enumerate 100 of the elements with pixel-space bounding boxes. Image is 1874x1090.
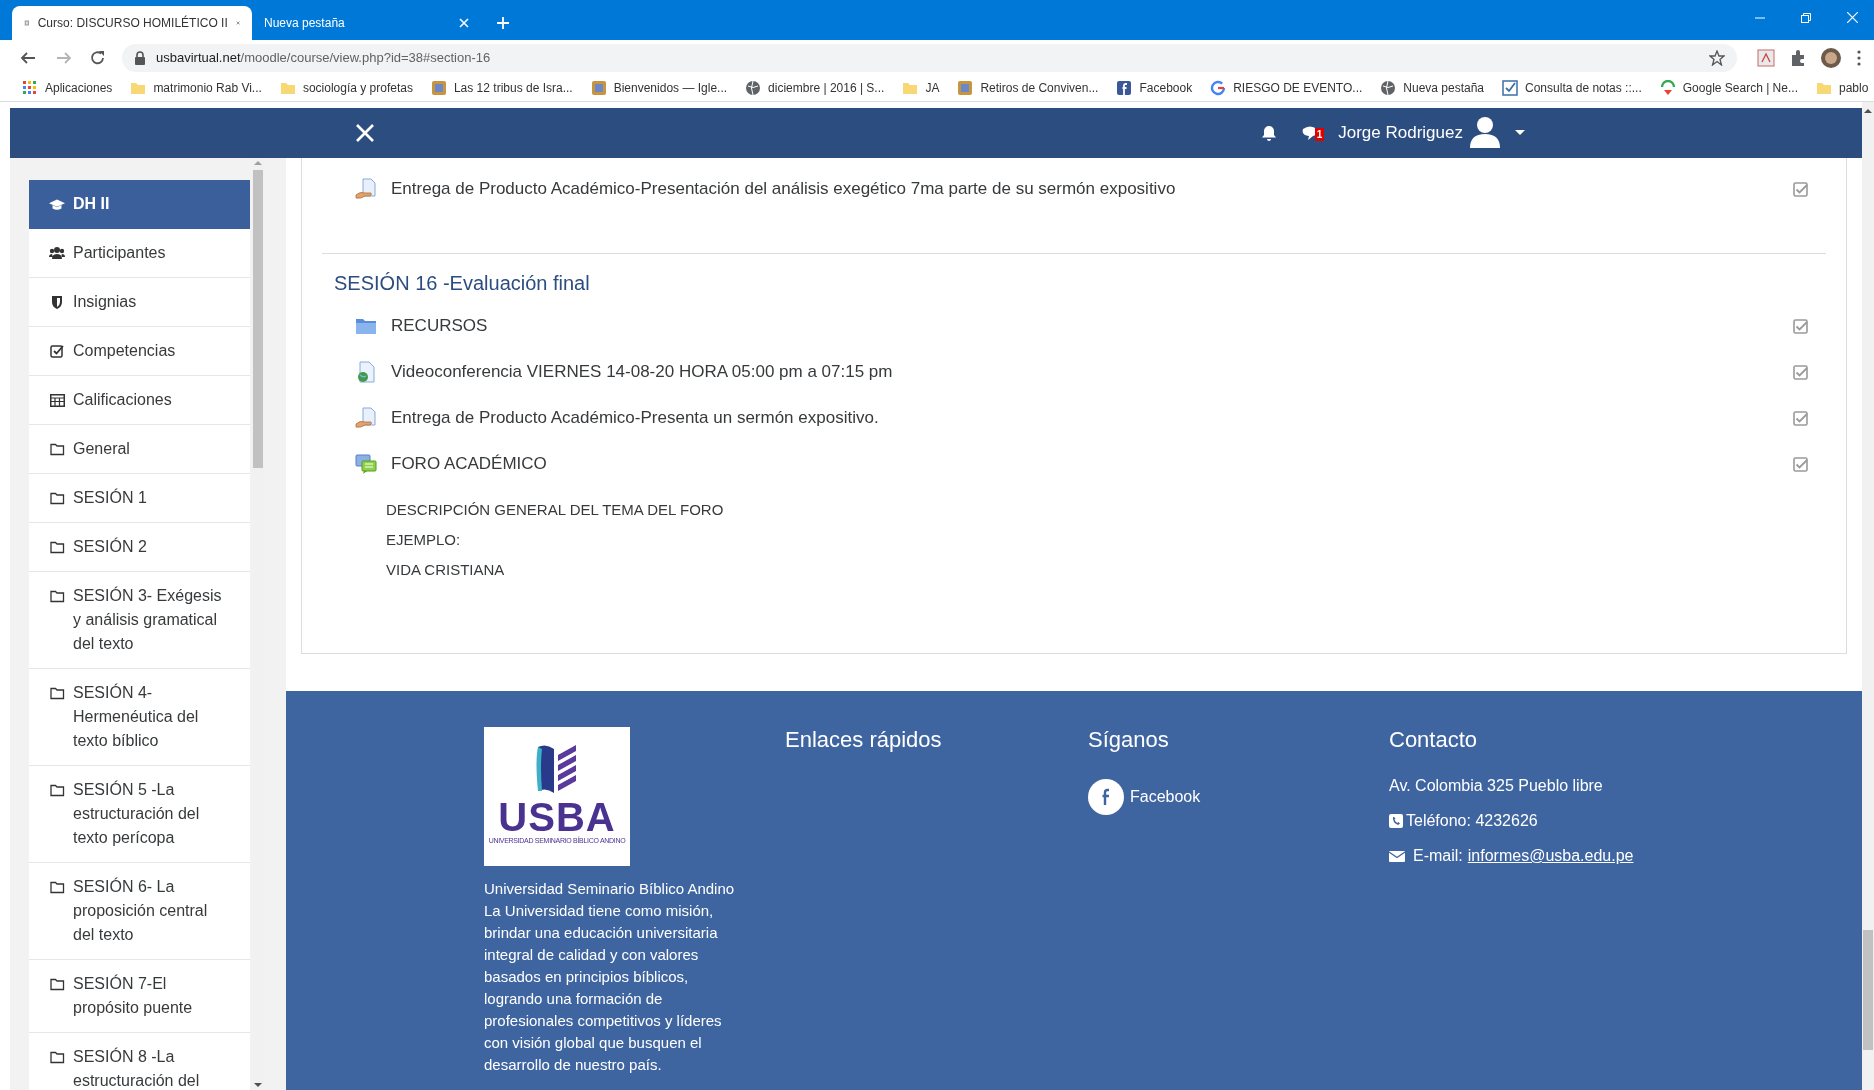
email-link[interactable]: informes@usba.edu.pe — [1467, 846, 1634, 866]
sidebar-item[interactable]: SESIÓN 6- La proposición central del texto — [29, 863, 250, 960]
scrollbar-thumb[interactable] — [1863, 930, 1873, 1050]
activity-link[interactable]: RECURSOS — [391, 313, 488, 339]
bookmark-link[interactable]: matrimonio Rab Vi... — [130, 79, 262, 97]
bookmark-link[interactable]: pablo — [1815, 79, 1869, 97]
activity-link[interactable]: Videoconferencia VIERNES 14-08-20 HORA 05:00 pm a 07:15 pm — [391, 359, 893, 385]
sidebar-item[interactable]: SESIÓN 2 — [29, 523, 250, 572]
bookmark-link[interactable]: Nueva pestaña — [1380, 79, 1485, 97]
bookmark-link[interactable]: sociología y profetas — [279, 79, 413, 97]
completion-checkbox[interactable] — [1793, 410, 1808, 426]
folder-icon — [49, 783, 65, 797]
description-line: EJEMPLO: — [386, 531, 461, 549]
bookmark-link[interactable]: RIESGO DE EVENTO... — [1210, 79, 1363, 97]
activity-link[interactable]: Entrega de Producto Académico-Presentación del análisis exegético 7ma parte de su sermón expositivo — [391, 176, 1176, 202]
sidebar-item[interactable]: SESIÓN 7-El propósito puente — [29, 960, 250, 1033]
menu-icon[interactable] — [1857, 49, 1861, 66]
profile-avatar-icon[interactable] — [1821, 47, 1841, 68]
hand-document-icon — [355, 407, 377, 429]
checkbox-favicon-icon — [1502, 80, 1519, 96]
page-scrollbar[interactable] — [1862, 102, 1874, 1090]
column-heading: Síganos — [1088, 727, 1169, 753]
extensions-icon[interactable] — [1789, 48, 1807, 67]
messages-button[interactable]: 1 — [1300, 125, 1325, 141]
close-window-icon[interactable] — [1847, 12, 1858, 23]
search-favicon-icon — [1659, 80, 1676, 96]
browser-tab[interactable]: Nueva pestaña — [252, 6, 482, 40]
address-field[interactable]: usbavirtual.net/moodle/course/view.php?id=38#section-16 — [122, 43, 1737, 72]
user-avatar-icon[interactable] — [1469, 116, 1501, 150]
sidebar-item[interactable]: Participantes — [29, 229, 250, 278]
completion-checkbox[interactable] — [1793, 364, 1808, 380]
chat-bubbles-icon — [355, 453, 377, 475]
message-count-badge: 1 — [1314, 127, 1325, 141]
scrollbar-thumb[interactable] — [253, 170, 263, 468]
bookmark-link[interactable]: JA — [902, 79, 940, 97]
folder-icon — [902, 80, 919, 96]
envelope-icon — [1389, 849, 1405, 863]
folder-icon — [130, 80, 147, 96]
sidebar-item[interactable]: Competencias — [29, 327, 250, 376]
bookmark-link[interactable]: Consulta de notas ::... — [1502, 79, 1642, 97]
activity-link[interactable]: Entrega de Producto Académico-Presenta un sermón expositivo. — [391, 405, 879, 431]
completion-checkbox[interactable] — [1793, 456, 1808, 472]
restore-icon[interactable] — [1801, 12, 1811, 23]
bookmark-link[interactable]: Bienvenidos — Igle... — [590, 79, 728, 97]
completion-checkbox[interactable] — [1793, 318, 1808, 334]
site-favicon-icon — [590, 80, 607, 96]
browser-tab[interactable]: Curso: DISCURSO HOMILÉTICO II — [12, 6, 252, 40]
bookmark-star-icon[interactable] — [1709, 49, 1725, 66]
bookmark-link[interactable]: Google Search | Ne... — [1659, 79, 1798, 97]
bookmark-link[interactable]: diciembre | 2016 | S... — [745, 79, 885, 97]
column-heading: Enlaces rápidos — [785, 727, 942, 753]
activity-link[interactable]: FORO ACADÉMICO — [391, 451, 547, 477]
phone-icon — [1389, 814, 1403, 828]
bookmark-link[interactable]: Aplicaciones — [22, 79, 113, 97]
folder-icon — [49, 1050, 65, 1064]
sidebar-item[interactable]: SESIÓN 5 -La estructuración del texto perícopa — [29, 766, 250, 863]
folder-icon — [49, 686, 65, 700]
shield-icon — [51, 294, 63, 310]
sidebar-item[interactable]: Insignias — [29, 278, 250, 327]
description-line: DESCRIPCIÓN GENERAL DEL TEMA DEL FORO — [386, 501, 724, 519]
sidebar-item[interactable]: SESIÓN 3- Exégesis y análisis gramatical del texto — [29, 572, 250, 669]
new-tab-icon[interactable] — [496, 16, 510, 30]
folder-icon — [49, 880, 65, 894]
bell-icon[interactable] — [1260, 125, 1277, 141]
sidebar-item[interactable]: DH II — [29, 180, 250, 229]
bookmark-link[interactable]: Retiros de Conviven... — [957, 79, 1099, 97]
folder-icon — [49, 977, 65, 991]
social-link[interactable]: Facebook — [1088, 779, 1201, 815]
facebook-icon — [1088, 779, 1124, 815]
close-icon[interactable] — [355, 123, 375, 143]
reload-icon[interactable] — [90, 49, 106, 66]
caret-icon[interactable] — [1515, 130, 1525, 136]
close-tab-icon[interactable] — [458, 17, 470, 29]
description-line: VIDA CRISTIANA — [386, 561, 505, 579]
scroll-down-icon[interactable] — [254, 1082, 262, 1088]
scroll-up-icon[interactable] — [1864, 108, 1872, 114]
site-favicon-icon — [957, 80, 974, 96]
pdf-extension-icon[interactable] — [1757, 48, 1775, 67]
globe-icon — [1380, 80, 1397, 96]
completion-checkbox[interactable] — [1793, 181, 1808, 197]
sidebar-item[interactable]: Calificaciones — [29, 376, 250, 425]
sidebar-item[interactable]: SESIÓN 8 -La estructuración del — [29, 1033, 250, 1090]
sidebar-scrollbar[interactable] — [252, 158, 264, 1090]
globe-document-icon — [355, 361, 377, 383]
bookmark-link[interactable]: Las 12 tribus de Isra... — [430, 79, 573, 97]
bookmark-link[interactable]: Facebook — [1116, 79, 1193, 97]
section-title: SESIÓN 16 -Evaluación final — [334, 271, 590, 296]
sidebar-item[interactable]: SESIÓN 1 — [29, 474, 250, 523]
address-text: Av. Colombia 325 Pueblo libre — [1389, 776, 1603, 796]
sidebar-item[interactable]: SESIÓN 4- Hermenéutica del texto bíblico — [29, 669, 250, 766]
user-name[interactable]: Jorge Rodriguez — [1338, 120, 1463, 146]
folder-icon — [49, 491, 65, 505]
sidebar-item[interactable]: General — [29, 425, 250, 474]
folder-icon — [279, 80, 296, 96]
facebook-icon — [1116, 80, 1133, 96]
lock-icon — [134, 50, 146, 65]
mission-text: La Universidad tiene como misión, brindar una educación universitaria integral de calidad y con valores basados en principios bíblicos, logrando una formación de profesionales competitivos y líderes con visión global que busquen el desarrollo de nuestro país. — [484, 901, 723, 1075]
email-label: E-mail: — [1413, 846, 1463, 866]
globe-icon — [745, 80, 762, 96]
back-icon[interactable] — [20, 49, 36, 66]
